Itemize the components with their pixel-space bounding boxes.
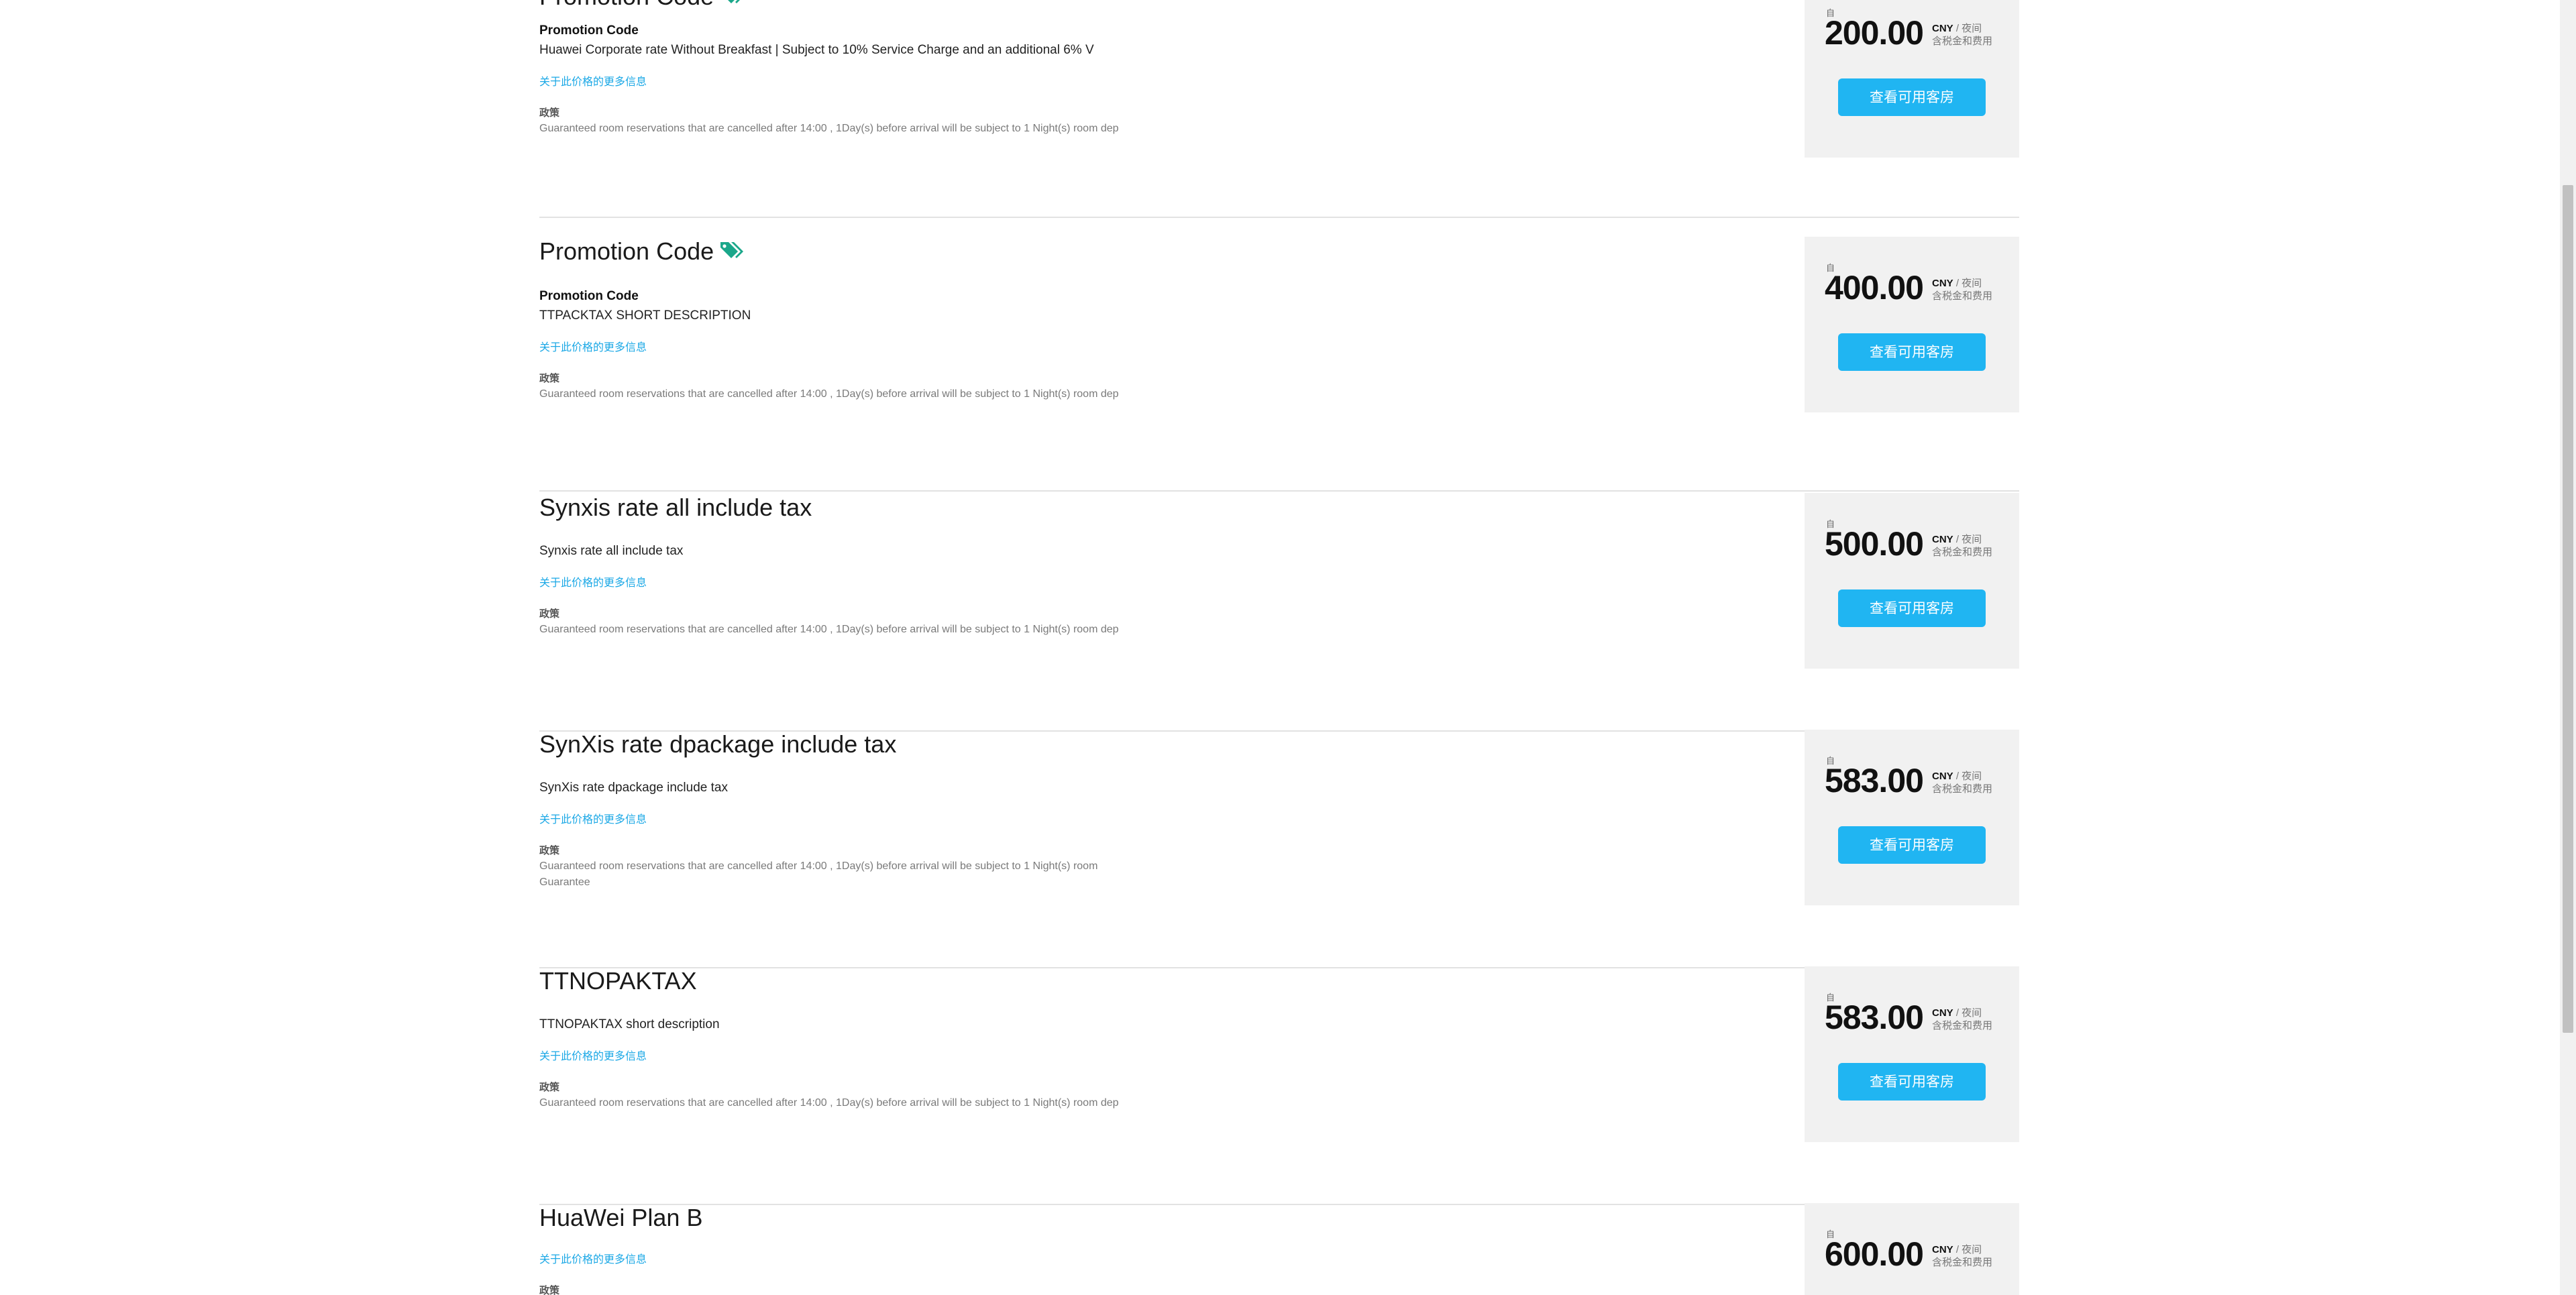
currency-code: CNY (1932, 771, 1953, 782)
price-unit: CNY / 夜间 含税金和费用 (1932, 1007, 1992, 1032)
currency-code: CNY (1932, 1244, 1953, 1255)
more-info-link[interactable]: 关于此价格的更多信息 (539, 1050, 647, 1064)
policy-text: Guaranteed room reservations that are ca… (539, 1097, 1119, 1109)
price-box: 自 600.00 CNY / 夜间含税金和费用 查看可用客房 (1805, 1203, 2019, 1295)
price-unit: CNY / 夜间含税金和费用 (1932, 22, 1992, 48)
rate-card: SynXis rate dpackage include tax SynXis … (539, 730, 2019, 968)
more-info-link[interactable]: 关于此价格的更多信息 (539, 75, 647, 90)
view-rooms-button[interactable]: 查看可用客房 (1838, 333, 1986, 371)
tax-note: 含税金和费用 (1932, 1257, 1993, 1268)
per-night-label: / 夜间 (1953, 1007, 1982, 1019)
per-night-label: / 夜间 (1953, 278, 1982, 289)
divider (539, 217, 2019, 218)
more-info-link[interactable]: 关于此价格的更多信息 (539, 813, 647, 828)
policy-text: Guaranteed room reservations that are ca… (539, 123, 1119, 134)
divider (539, 490, 2019, 492)
price-value: 200.00 (1825, 14, 1924, 52)
price-value: 600.00 (1825, 1235, 1924, 1273)
price-box: 自 200.00 CNY / 夜间 含税金和费用 查看可用客房 (1805, 0, 2019, 158)
tags-icon (727, 0, 741, 4)
rate-title: Promotion Code (539, 0, 746, 11)
currency-code: CNY (1932, 278, 1953, 289)
rate-card: HuaWei Plan B 关于此价格的更多信息 政策 自 600.00 CNY… (539, 1203, 2019, 1295)
tax-note: 含税金和费用 (1932, 547, 1993, 558)
rate-description: SynXis rate dpackage include tax (539, 781, 728, 795)
view-rooms-button[interactable]: 查看可用客房 (1838, 589, 1986, 627)
price-value: 500.00 (1825, 525, 1924, 563)
rate-card: Synxis rate all include tax Synxis rate … (539, 493, 2019, 732)
policy-label: 政策 (539, 608, 560, 620)
scrollbar-thumb[interactable] (2563, 185, 2573, 1033)
policy-label: 政策 (539, 373, 560, 384)
price-value: 400.00 (1825, 269, 1924, 306)
currency-code: CNY (1932, 1007, 1953, 1019)
rate-card: Promotion Code Promotion Code Huawei Cor… (539, 0, 2019, 218)
rate-title: Synxis rate all include tax (539, 494, 812, 521)
policy-label: 政策 (539, 845, 560, 856)
price-box: 自 583.00 CNY / 夜间 含税金和费用 查看可用客房 (1805, 966, 2019, 1142)
price-box: 自 500.00 CNY / 夜间 含税金和费用 查看可用客房 (1805, 493, 2019, 669)
vertical-scrollbar[interactable] (2560, 0, 2576, 1295)
per-night-label: / 夜间 (1953, 534, 1982, 545)
price-value: 583.00 (1825, 762, 1924, 799)
promo-code-label: Promotion Code (539, 23, 639, 38)
per-night-label: / 夜间 (1953, 771, 1982, 782)
promo-code-label: Promotion Code (539, 289, 639, 303)
rate-description: TTNOPAKTAX short description (539, 1017, 720, 1031)
rate-title: Promotion Code (539, 237, 746, 266)
policy-label: 政策 (539, 107, 560, 119)
rate-list-page: Promotion Code Promotion Code Huawei Cor… (0, 0, 2560, 1295)
per-night-label: / 夜间 (1953, 23, 1982, 34)
rate-description: Huawei Corporate rate Without Breakfast … (539, 43, 1094, 57)
rate-description: Synxis rate all include tax (539, 544, 684, 558)
rate-card: Promotion Code Promotion Code TTPACKTAX … (539, 237, 2019, 492)
policy-text: Guaranteed room reservations that are ca… (539, 860, 1098, 888)
view-rooms-button[interactable]: 查看可用客房 (1838, 1063, 1986, 1101)
currency-code: CNY (1932, 534, 1953, 545)
tags-icon (720, 242, 744, 259)
price-value: 583.00 (1825, 999, 1924, 1036)
more-info-link[interactable]: 关于此价格的更多信息 (539, 341, 647, 355)
rate-title: SynXis rate dpackage include tax (539, 730, 897, 758)
tax-note: 含税金和费用 (1932, 36, 1993, 47)
price-unit: CNY / 夜间含税金和费用 (1932, 1243, 1992, 1269)
price-unit: CNY / 夜间 含税金和费用 (1932, 277, 1992, 302)
per-night-label: / 夜间 (1953, 1244, 1982, 1255)
policy-label: 政策 (539, 1082, 560, 1093)
price-box: 自 583.00 CNY / 夜间 含税金和费用 查看可用客房 (1805, 730, 2019, 905)
rate-card: TTNOPAKTAX TTNOPAKTAX short description … (539, 966, 2019, 1205)
view-rooms-button[interactable]: 查看可用客房 (1838, 826, 1986, 864)
price-unit: CNY / 夜间含税金和费用 (1932, 533, 1992, 559)
rate-description: TTPACKTAX SHORT DESCRIPTION (539, 308, 751, 323)
price-unit: CNY / 夜间 含税金和费用 (1932, 770, 1992, 795)
tax-note: 含税金和费用 (1932, 1020, 1993, 1031)
rate-title: TTNOPAKTAX (539, 967, 697, 995)
more-info-link[interactable]: 关于此价格的更多信息 (539, 1253, 647, 1268)
rate-title: HuaWei Plan B (539, 1204, 703, 1231)
policy-label: 政策 (539, 1285, 560, 1295)
currency-code: CNY (1932, 23, 1953, 34)
price-box: 自 400.00 CNY / 夜间 含税金和费用 查看可用客房 (1805, 237, 2019, 412)
more-info-link[interactable]: 关于此价格的更多信息 (539, 576, 647, 591)
tax-note: 含税金和费用 (1932, 290, 1993, 302)
policy-text: Guaranteed room reservations that are ca… (539, 388, 1119, 400)
tax-note: 含税金和费用 (1932, 783, 1993, 795)
view-rooms-button[interactable]: 查看可用客房 (1838, 78, 1986, 116)
policy-text: Guaranteed room reservations that are ca… (539, 624, 1119, 635)
